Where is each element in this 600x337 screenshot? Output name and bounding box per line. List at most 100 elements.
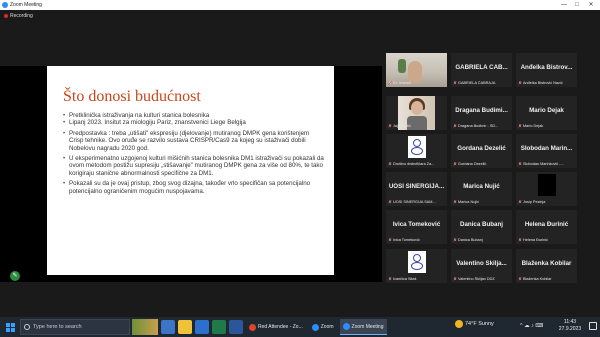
slide-bullet: Lipanj 2023. Insitut za miologiju Pariz,… (63, 119, 325, 127)
participant-tile[interactable]: Josip Pezinja (516, 172, 577, 206)
participant-caption: UOSI SINERGIJA SAM... (388, 200, 445, 204)
slide-bullet-list: Pretklinička istraživanja na kulturi sta… (63, 112, 325, 198)
weather-text: 74°F Sunny (465, 321, 494, 327)
excel-icon[interactable] (212, 320, 226, 334)
taskbar-app-zoom-meeting[interactable]: Zoom Meeting (339, 319, 387, 335)
taskbar-app-label: Red Attendee - Zo... (258, 324, 303, 330)
participant-display-name: Slobodan Marin... (520, 145, 573, 152)
participant-caption: Gordana Dezelić (453, 162, 510, 166)
taskbar-app-label: Zoom Meeting (351, 323, 384, 330)
person-image (408, 61, 422, 83)
taskbar-app-label: Zoom (320, 324, 334, 330)
participant-caption: Danica Bubanj (453, 238, 510, 242)
participant-tile[interactable]: Ivančica Sitaš (386, 249, 447, 283)
shared-slide: Što donosi budućnost Pretklinička istraž… (47, 66, 334, 275)
logo-ring (413, 254, 421, 262)
muted-mic-icon (453, 238, 457, 242)
muted-mic-icon (518, 162, 522, 166)
participant-caption-label: Blaženka Kobilar (523, 277, 552, 281)
participant-caption: Ivančica Sitaš (388, 277, 445, 281)
muted-mic-icon (388, 238, 392, 242)
weather-widget[interactable]: 74°F Sunny (455, 320, 494, 328)
participant-tile[interactable]: Slobodan Marin... Slobodan Marinković -..… (516, 134, 577, 168)
participant-display-name: Gordana Dezelić (457, 145, 506, 152)
participant-caption: Mario Dejak (518, 124, 575, 128)
participant-display-name: Danica Bubanj (460, 221, 503, 228)
logo-ring (411, 147, 423, 155)
search-icon (24, 324, 30, 330)
participant-caption: Slobodan Marinković -... (518, 162, 575, 166)
participant-tile[interactable]: Ivica Tomeković Ivica Tomeković (386, 210, 447, 244)
participant-caption-label: Jajna Lulić (393, 124, 411, 128)
muted-mic-icon (453, 124, 457, 128)
participant-tile[interactable]: GABRIELA ČAB... GABRIELA ČABRAJA (451, 53, 512, 87)
record-dot-icon (4, 14, 8, 18)
participant-tile[interactable]: UOSI SINERGIJA... UOSI SINERGIJA SAM... (386, 172, 447, 206)
participant-caption-label: UOSI SINERGIJA SAM... (393, 200, 436, 204)
search-highlight-image[interactable] (132, 319, 158, 335)
participant-display-name: Marica Nujić (463, 183, 500, 190)
muted-mic-icon (518, 124, 522, 128)
taskbar-app-zoom[interactable]: Zoom (309, 319, 337, 335)
participant-caption: GABRIELA ČABRAJA (453, 81, 510, 85)
participant-tile[interactable]: Blaženka Kobilar Blaženka Kobilar (516, 249, 577, 283)
participant-tile[interactable]: Dragana Budimi... Dragana Budimir - SD... (451, 96, 512, 130)
participant-tile[interactable]: Anđelka Bistrov... Anđelka Bistrović Nazi… (516, 53, 577, 87)
word-icon[interactable] (229, 320, 243, 334)
participant-tile[interactable]: Društvo distrofičara Za... (386, 134, 447, 168)
participant-caption-label: Slobodan Marinković -... (523, 162, 564, 166)
recording-indicator[interactable]: Recording (4, 13, 33, 19)
slide-bullet: U eksperimenatno uzgojenoj kulturi mišić… (63, 155, 325, 177)
start-button[interactable] (0, 317, 20, 337)
participant-caption-label: Josip Pezinja (523, 200, 546, 204)
face-image (411, 101, 423, 115)
task-view-icon[interactable] (161, 320, 175, 334)
participant-caption-label: Dr. Vrana4 (393, 81, 412, 85)
logo-ring (413, 139, 421, 147)
participant-tile[interactable]: Jajna Lulić (386, 96, 447, 130)
participant-caption-label: Helena Đurinić (523, 238, 548, 242)
file-explorer-icon[interactable] (178, 320, 192, 334)
participant-tile[interactable]: Helena Đurinić Helena Đurinić (516, 210, 577, 244)
system-tray[interactable]: ^ ☁ ♪ ⌨ (520, 323, 543, 329)
participant-caption-label: Marica Nujić (458, 200, 479, 204)
participant-tile[interactable]: Dr. Vrana4 (386, 53, 447, 87)
edge-icon[interactable] (195, 320, 209, 334)
taskbar-search[interactable]: Type here to search (20, 319, 130, 335)
taskbar-clock[interactable]: 11:43 27.9.2023 (555, 319, 585, 333)
participant-caption-label: Dragana Budimir - SD... (458, 124, 499, 128)
windows-taskbar: Type here to search Red Attendee - Zo...… (0, 317, 600, 337)
participant-display-name: Blaženka Kobilar (521, 260, 572, 267)
maximize-button[interactable]: □ (571, 0, 583, 10)
sun-icon (455, 320, 463, 328)
participant-caption: Josip Pezinja (518, 200, 575, 204)
participant-tile[interactable]: Valentino Škilja... Valentino Škiljan DDZ (451, 249, 512, 283)
participant-tile[interactable]: Mario Dejak Mario Dejak (516, 96, 577, 130)
participant-caption-label: Gordana Dezelić (458, 162, 487, 166)
slide-bullet: Pretklinička istraživanja na kulturi sta… (63, 112, 325, 120)
slide-bullet: Pokazali su da je ovaj pristup, zbog svo… (63, 180, 325, 195)
participant-caption-label: GABRIELA ČABRAJA (458, 81, 496, 85)
participant-tile[interactable]: Gordana Dezelić Gordana Dezelić (451, 134, 512, 168)
muted-mic-icon (453, 162, 457, 166)
participant-caption-label: Danica Bubanj (458, 238, 483, 242)
participant-caption: Valentino Škiljan DDZ (453, 277, 510, 281)
participant-tile[interactable]: Danica Bubanj Danica Bubanj (451, 210, 512, 244)
participant-caption: Ivica Tomeković (388, 238, 445, 242)
minimize-button[interactable]: — (558, 0, 570, 10)
participant-display-name: Mario Dejak (529, 107, 564, 114)
search-placeholder: Type here to search (33, 324, 82, 330)
notifications-icon[interactable] (589, 322, 597, 330)
participant-caption: Jajna Lulić (388, 124, 445, 128)
participant-caption: Blaženka Kobilar (518, 277, 575, 281)
participant-display-name: Valentino Škilja... (456, 260, 507, 267)
muted-mic-icon (453, 200, 457, 204)
muted-mic-icon (518, 238, 522, 242)
muted-mic-icon (388, 162, 392, 166)
participant-caption-label: Društvo distrofičara Za... (393, 162, 435, 166)
taskbar-app-red-attendee[interactable]: Red Attendee - Zo... (246, 319, 306, 335)
close-button[interactable]: ✕ (585, 0, 597, 10)
muted-mic-icon (388, 200, 392, 204)
participant-tile[interactable]: Marica Nujić Marica Nujić (451, 172, 512, 206)
pen-annotate-icon[interactable]: ✎ (10, 271, 20, 281)
